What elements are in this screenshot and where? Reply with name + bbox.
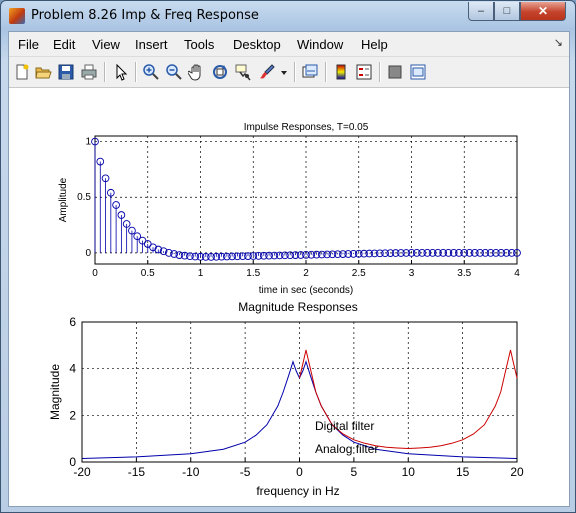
figure-client-area: File Edit View Insert Tools Desktop Wind… (8, 31, 570, 507)
menu-window[interactable]: Window (297, 37, 343, 52)
pan-hand-icon[interactable] (188, 63, 206, 81)
show-plot-tools-icon[interactable] (409, 63, 427, 81)
colorbar-icon[interactable] (332, 63, 350, 81)
menu-desktop[interactable]: Desktop (233, 37, 281, 52)
impulse-axes[interactable]: 0 0.5 1 1.5 2 2.5 3 3.5 4 00.51 Impulse Response… (58, 122, 521, 296)
magnitude-x-tick-label: 20 (510, 465, 524, 479)
print-icon[interactable] (80, 63, 98, 81)
magnitude-axes[interactable]: -20 -15 -10 -5 0 5 10 15 20 0246 Magnitude Respo… (48, 300, 524, 498)
impulse-x-tick-label: 2.5 (352, 268, 366, 279)
matlab-logo-icon (9, 8, 25, 24)
figure-toolbar (9, 57, 569, 88)
magnitude-x-tick-label: 10 (402, 465, 416, 479)
window-title: Problem 8.26 Imp & Freq Response (31, 8, 259, 23)
impulse-x-tick-label: 1 (198, 268, 204, 279)
magnitude-x-tick-label: -15 (128, 465, 146, 479)
legend-icon[interactable] (355, 63, 373, 81)
new-figure-icon[interactable] (13, 63, 31, 81)
menu-edit[interactable]: Edit (53, 37, 75, 52)
menu-insert[interactable]: Insert (135, 37, 168, 52)
figure-canvas: 0 0.5 1 1.5 2 2.5 3 3.5 4 0 0.5 1 Impulse Response… (9, 88, 569, 506)
impulse-x-tick-label: 4 (514, 268, 520, 279)
impulse-x-tick-label: 3.5 (457, 268, 471, 279)
magnitude-x-tick-label: 5 (351, 465, 358, 479)
magnitude-y-tick-label: 4 (69, 362, 76, 376)
menu-help[interactable]: Help (361, 37, 388, 52)
menu-bar: File Edit View Insert Tools Desktop Wind… (9, 32, 569, 57)
impulse-x-tick-label: 0 (92, 268, 98, 279)
impulse-y-tick-label: 0 (85, 248, 91, 259)
dock-arrow-icon[interactable]: ↘ (554, 36, 563, 49)
magnitude-y-tick-label: 2 (69, 408, 76, 422)
maximize-button[interactable]: □ (494, 2, 520, 21)
magnitude-y-tick-label: 0 (69, 455, 76, 469)
menu-view[interactable]: View (92, 37, 120, 52)
plots-svg: 0 0.5 1 1.5 2 2.5 3 3.5 4 00.51 Impulse Response… (48, 122, 524, 498)
magnitude-y-tick-label: 6 (69, 315, 76, 329)
brush-icon[interactable] (258, 63, 276, 81)
edit-plot-arrow-icon[interactable] (112, 63, 130, 81)
impulse-y-ticks: 00.51 (77, 137, 91, 259)
annotation-digital-filter: Digital filter (315, 419, 374, 433)
brush-dropdown-icon[interactable] (279, 63, 289, 81)
save-icon[interactable] (57, 63, 75, 81)
data-cursor-icon[interactable] (234, 63, 252, 81)
magnitude-xlabel: frequency in Hz (256, 484, 339, 498)
magnitude-x-tick-label: -5 (240, 465, 251, 479)
magnitude-ylabel: Magnitude (48, 364, 62, 420)
impulse-y-tick-label: 1 (85, 137, 91, 148)
close-button[interactable]: ✕ (520, 2, 566, 21)
figure-window: Problem 8.26 Imp & Freq Response – □ ✕ F… (0, 0, 576, 513)
minimize-button[interactable]: – (468, 2, 494, 21)
title-bar[interactable]: Problem 8.26 Imp & Freq Response – □ ✕ (1, 1, 575, 31)
impulse-axes-box (94, 135, 518, 265)
impulse-title: Impulse Responses, T=0.05 (244, 122, 369, 133)
open-file-icon[interactable] (34, 63, 52, 81)
impulse-x-tick-label: 3 (409, 268, 415, 279)
magnitude-x-tick-label: -10 (182, 465, 200, 479)
hide-plot-tools-icon[interactable] (386, 63, 404, 81)
zoom-in-icon[interactable] (142, 63, 160, 81)
zoom-out-icon[interactable] (165, 63, 183, 81)
magnitude-x-tick-label: 15 (456, 465, 470, 479)
menu-tools[interactable]: Tools (184, 37, 214, 52)
impulse-ylabel: Amplitude (58, 177, 69, 222)
impulse-xlabel: time in sec (seconds) (259, 285, 353, 296)
magnitude-title: Magnitude Responses (238, 300, 357, 314)
menu-file[interactable]: File (18, 37, 39, 52)
magnitude-x-tick-label: 0 (296, 465, 303, 479)
impulse-x-tick-label: 0.5 (141, 268, 155, 279)
impulse-x-tick-label: 2 (303, 268, 309, 279)
impulse-y-tick-label: 0.5 (77, 192, 91, 203)
magnitude-y-ticks: 0 2 4 6 (69, 315, 76, 469)
impulse-x-tick-label: 1.5 (246, 268, 260, 279)
annotation-analog-filter: Analog filter (315, 442, 378, 456)
link-plot-icon[interactable] (301, 63, 319, 81)
rotate-3d-icon[interactable] (211, 63, 229, 81)
